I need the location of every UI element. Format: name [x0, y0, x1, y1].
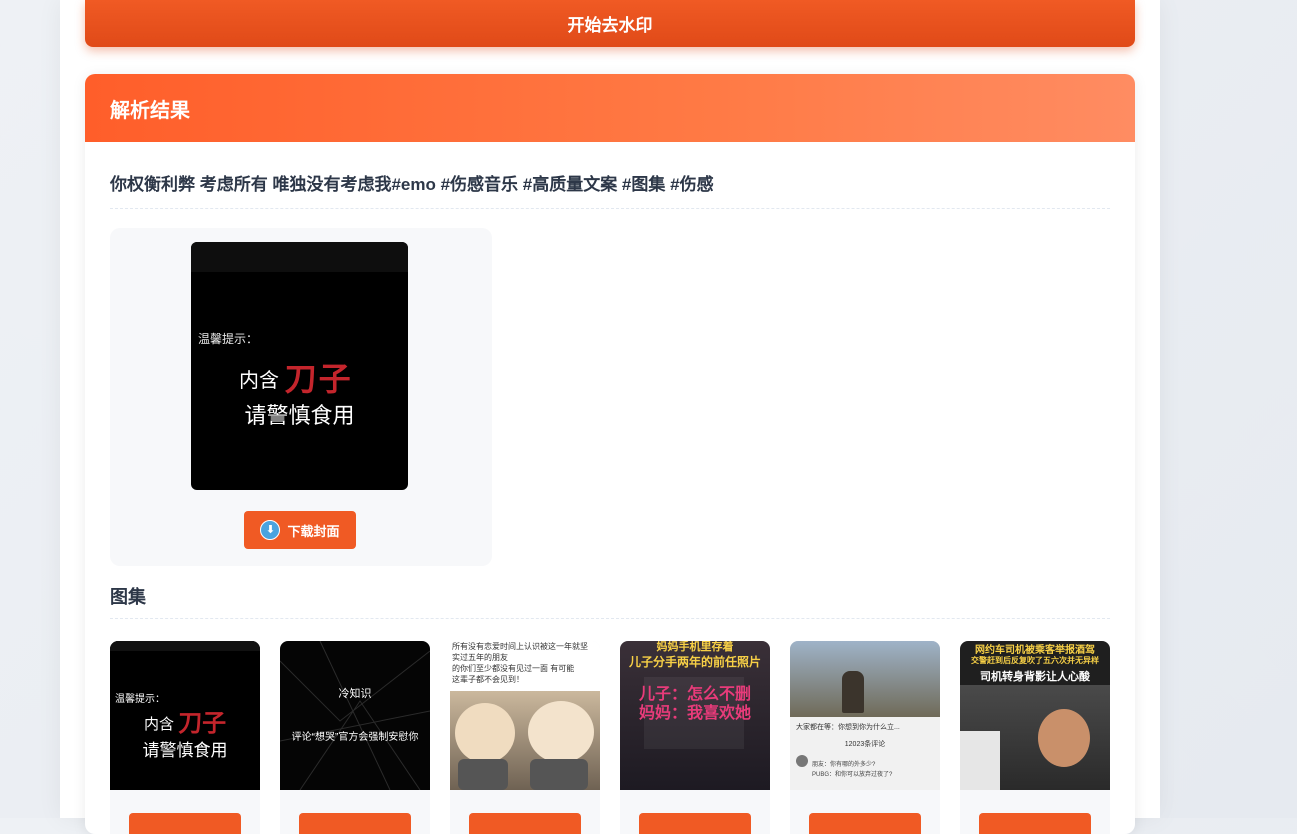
person-face: [1038, 709, 1090, 767]
cover-line1: 内含 刀子: [239, 354, 353, 400]
cover-line1-prefix: 内含: [239, 370, 279, 392]
gallery-item: 网约车司机被乘客举报酒驾 交警赶到后反复吹了五六次并无异样 司机转身背影让人心酸: [960, 641, 1110, 834]
gallery-item: 妈妈手机里存着 儿子分手两年的前任照片 儿子：怎么不删 妈妈：我喜欢她: [620, 641, 770, 834]
download-circle-icon: ⬇: [260, 520, 281, 540]
main-container: 开始去水印 解析结果 你权衡利弊 考虑所有 唯独没有考虑我#emo #伤感音乐 …: [60, 0, 1160, 834]
download-cover-button[interactable]: ⬇ 下载封面: [244, 511, 356, 549]
cover-tip-text: 温馨提示：: [198, 332, 259, 346]
cat-face: [528, 701, 594, 763]
download-image-button[interactable]: [639, 813, 751, 834]
gallery-grid: 温馨提示： 内含 刀子 请警慎食用 冷知识 评论“想哭”官方会强制安慰你 所有没…: [110, 641, 1120, 834]
gallery-item: 温馨提示： 内含 刀子 请警慎食用: [110, 641, 260, 834]
gallery-item: 冷知识 评论“想哭”官方会强制安慰你: [280, 641, 430, 834]
download-image-button[interactable]: [979, 813, 1091, 834]
download-image-button[interactable]: [469, 813, 581, 834]
cover-line2: 请警慎食用: [244, 403, 355, 428]
video-title: 你权衡利弊 考虑所有 唯独没有考虑我#emo #伤感音乐 #高质量文案 #图集 …: [110, 170, 1110, 209]
download-cover-label: 下载封面: [287, 523, 340, 539]
gallery-image: 大家都在等：你想到你为什么立... 12023条评论 朋友：你有哪的外多少? P…: [790, 641, 940, 790]
cat-face: [455, 703, 515, 763]
gallery-item: 大家都在等：你想到你为什么立... 12023条评论 朋友：你有哪的外多少? P…: [790, 641, 940, 834]
download-image-button[interactable]: [299, 813, 411, 834]
result-header: 解析结果: [85, 74, 1135, 142]
gallery-image: 温馨提示： 内含 刀子 请警慎食用: [110, 641, 260, 790]
download-image-button[interactable]: [809, 813, 921, 834]
result-header-title: 解析结果: [110, 99, 190, 122]
download-image-button[interactable]: [129, 813, 241, 834]
gallery-image: 所有没有恋爱时间上认识被这一年就坚 实过五年的朋友 的你们至少都没有见过一面 有…: [450, 641, 600, 790]
gallery-title: 图集: [110, 583, 1110, 619]
cover-line1-red: 刀子: [284, 361, 353, 397]
gallery-image: 妈妈手机里存着 儿子分手两年的前任照片 儿子：怎么不删 妈妈：我喜欢她: [620, 641, 770, 790]
gallery-image: 冷知识 评论“想哭”官方会强制安慰你: [280, 641, 430, 790]
gallery-image: 网约车司机被乘客举报酒驾 交警赶到后反复吹了五六次并无异样 司机转身背影让人心酸: [960, 641, 1110, 790]
result-card: 解析结果 你权衡利弊 考虑所有 唯独没有考虑我#emo #伤感音乐 #高质量文案…: [85, 74, 1135, 834]
start-remove-watermark-button[interactable]: 开始去水印: [85, 0, 1135, 47]
gallery-item: 所有没有恋爱时间上认识被这一年就坚 实过五年的朋友 的你们至少都没有见过一面 有…: [450, 641, 600, 834]
cover-section: 温馨提示： 内含 刀子 请警慎食用 ⬇ 下载封面: [110, 228, 492, 566]
cover-image: 温馨提示： 内含 刀子 请警慎食用: [191, 242, 408, 490]
